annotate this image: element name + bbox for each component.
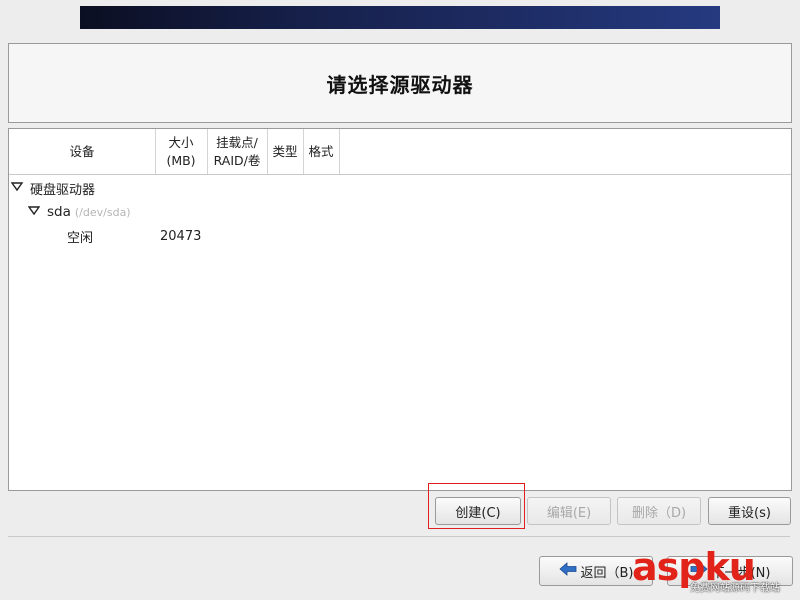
next-button[interactable]: 下一步(N) bbox=[667, 556, 793, 586]
tree-row-hard-drives[interactable]: 硬盘驱动器 bbox=[11, 177, 95, 199]
column-header-type[interactable]: 类型 bbox=[267, 129, 304, 174]
back-button-label: 返回（B) bbox=[580, 565, 634, 581]
tree-label-hard-drives: 硬盘驱动器 bbox=[30, 182, 96, 198]
next-arrow-icon bbox=[690, 562, 708, 580]
column-header-format[interactable]: 格式 bbox=[303, 129, 340, 174]
delete-button[interactable]: 删除（D) bbox=[617, 497, 701, 525]
create-button[interactable]: 创建(C) bbox=[435, 497, 521, 525]
expander-down-icon[interactable] bbox=[28, 206, 42, 218]
device-table[interactable]: 设备 大小 (MB) 挂载点/ RAID/卷 类型 格式 硬盘驱动器 sda (… bbox=[8, 128, 792, 491]
edit-button[interactable]: 编辑(E) bbox=[527, 497, 611, 525]
divider bbox=[8, 536, 790, 537]
column-header-device[interactable]: 设备 bbox=[9, 129, 156, 174]
page-title: 请选择源驱动器 bbox=[326, 72, 474, 97]
free-space-label: 空闲 bbox=[67, 230, 94, 246]
back-arrow-icon bbox=[558, 562, 577, 580]
expander-down-icon[interactable] bbox=[11, 182, 25, 194]
column-header-mount[interactable]: 挂载点/ RAID/卷 bbox=[207, 129, 268, 174]
table-header: 设备 大小 (MB) 挂载点/ RAID/卷 类型 格式 bbox=[9, 129, 791, 175]
tree-row-free-space[interactable]: 空闲 bbox=[67, 225, 93, 247]
back-button[interactable]: 返回（B) bbox=[539, 556, 653, 586]
reset-button[interactable]: 重设(s) bbox=[708, 497, 791, 525]
title-panel: 请选择源驱动器 bbox=[8, 43, 792, 123]
tree-row-sda[interactable]: sda (/dev/sda) bbox=[28, 201, 131, 223]
free-space-size: 20473 bbox=[160, 228, 202, 244]
column-header-size[interactable]: 大小 (MB) bbox=[155, 129, 208, 174]
tree-label-sda: sda bbox=[47, 204, 71, 220]
device-path: (/dev/sda) bbox=[74, 205, 131, 219]
next-button-label: 下一步(N) bbox=[711, 565, 771, 581]
top-banner bbox=[80, 6, 720, 29]
